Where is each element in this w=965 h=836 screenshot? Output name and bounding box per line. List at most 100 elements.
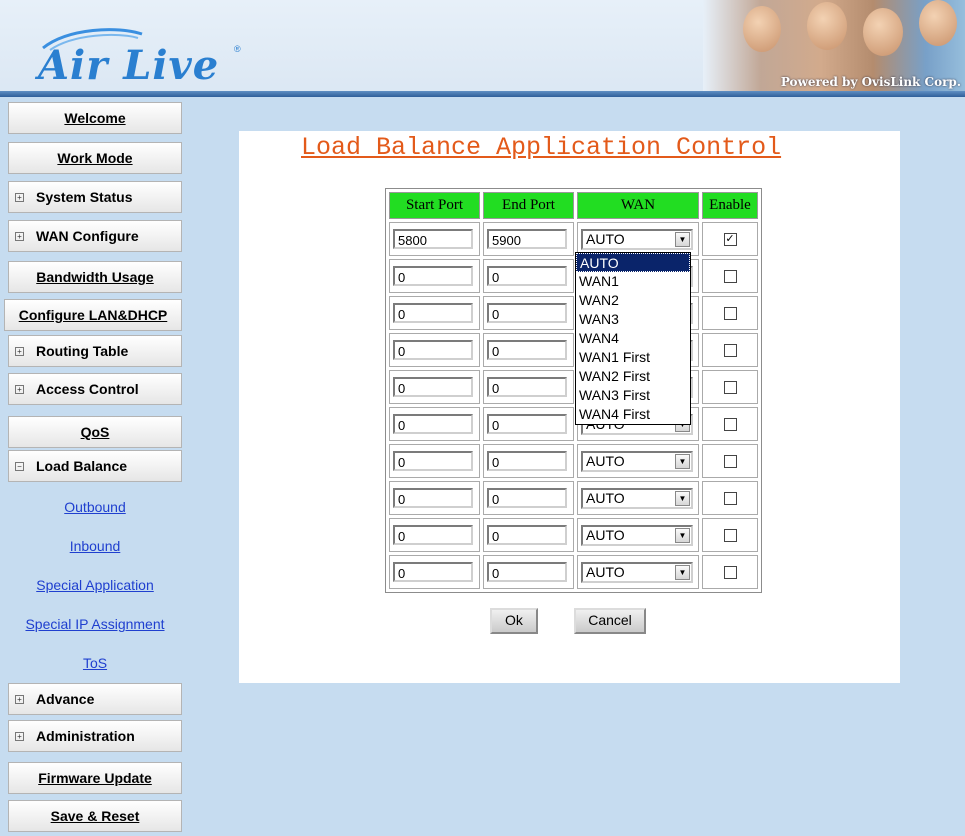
sidebar-item-12[interactable]: Firmware Update: [8, 762, 182, 794]
sidebar-item-label: Load Balance: [36, 458, 128, 474]
sidebar-item-0[interactable]: Welcome: [8, 102, 182, 134]
sidebar-item-label: Configure LAN&DHCP: [18, 307, 168, 323]
wan-select[interactable]: AUTO ▼: [581, 228, 693, 250]
expand-plus-icon[interactable]: +: [15, 731, 24, 741]
start-port-input[interactable]: 0: [393, 303, 473, 323]
sidebar-item-label: Firmware Update: [38, 770, 152, 786]
enable-checkbox[interactable]: [723, 528, 737, 542]
sidebar-sublink-3[interactable]: Special IP Assignment: [0, 616, 190, 632]
sidebar-item-label: System Status: [36, 189, 133, 205]
table-row: 00AUTO▼: [389, 333, 758, 367]
start-port-input[interactable]: 0: [393, 488, 473, 508]
start-port-input[interactable]: 0: [393, 451, 473, 471]
enable-checkbox[interactable]: [723, 491, 737, 505]
start-port-input[interactable]: 0: [393, 414, 473, 434]
end-port-input[interactable]: 0: [487, 340, 567, 360]
dropdown-arrow-icon[interactable]: ▼: [675, 564, 690, 580]
wan-dropdown-list[interactable]: AUTO WAN1 WAN2 WAN3 WAN4 WAN1 First WAN2 First…: [575, 252, 691, 425]
end-port-input[interactable]: 0: [487, 377, 567, 397]
table-header-row: Start Port End Port WAN Enable: [389, 192, 758, 219]
wan-select[interactable]: AUTO ▼: [581, 487, 693, 509]
expand-plus-icon[interactable]: +: [15, 346, 24, 356]
cancel-button[interactable]: Cancel: [574, 608, 646, 634]
wan-option[interactable]: WAN4 First: [576, 405, 690, 424]
sidebar-item-label: QoS: [80, 424, 110, 440]
start-port-cell: 5800: [389, 222, 480, 256]
end-port-input[interactable]: 0: [487, 414, 567, 434]
sidebar-item-7[interactable]: + Access Control: [8, 373, 182, 405]
wan-option[interactable]: WAN3: [576, 310, 690, 329]
wan-select[interactable]: AUTO ▼: [581, 450, 693, 472]
enable-checkbox[interactable]: [723, 565, 737, 579]
page-header: Air Live ® Powered by OvisLink Corp.: [0, 0, 965, 97]
start-port-input[interactable]: 0: [393, 340, 473, 360]
wan-option[interactable]: WAN1: [576, 272, 690, 291]
end-port-cell: 0: [483, 296, 574, 330]
wan-option[interactable]: WAN1 First: [576, 348, 690, 367]
collapse-minus-icon[interactable]: −: [15, 461, 24, 471]
wan-option[interactable]: WAN3 First: [576, 386, 690, 405]
enable-cell: [702, 444, 758, 478]
expand-plus-icon[interactable]: +: [15, 384, 24, 394]
end-port-input[interactable]: 0: [487, 562, 567, 582]
sidebar-item-9[interactable]: − Load Balance: [8, 450, 182, 482]
logo-wordmark: Air Live: [38, 42, 220, 89]
sidebar-item-1[interactable]: Work Mode: [8, 142, 182, 174]
dropdown-arrow-icon[interactable]: ▼: [675, 453, 690, 469]
sidebar-item-3[interactable]: + WAN Configure: [8, 220, 182, 252]
enable-checkbox[interactable]: [723, 269, 737, 283]
enable-checkbox[interactable]: [723, 454, 737, 468]
start-port-cell: 0: [389, 407, 480, 441]
wan-option[interactable]: WAN2: [576, 291, 690, 310]
enable-checkbox[interactable]: [723, 380, 737, 394]
sidebar-item-label: Welcome: [64, 110, 126, 126]
wan-select-value: AUTO: [586, 563, 625, 580]
start-port-input[interactable]: 0: [393, 562, 473, 582]
sidebar-item-6[interactable]: + Routing Table: [8, 335, 182, 367]
start-port-input[interactable]: 0: [393, 266, 473, 286]
end-port-cell: 0: [483, 259, 574, 293]
sidebar-sublink-0[interactable]: Outbound: [0, 499, 190, 515]
enable-checkbox[interactable]: [723, 343, 737, 357]
enable-checkbox[interactable]: [723, 417, 737, 431]
end-port-input[interactable]: 0: [487, 451, 567, 471]
end-port-input[interactable]: 0: [487, 488, 567, 508]
start-port-cell: 0: [389, 259, 480, 293]
wan-option[interactable]: AUTO: [576, 253, 690, 272]
expand-plus-icon[interactable]: +: [15, 231, 24, 241]
sidebar-item-5[interactable]: Configure LAN&DHCP: [4, 299, 182, 331]
ok-button[interactable]: Ok: [490, 608, 538, 634]
start-port-input[interactable]: 0: [393, 525, 473, 545]
sidebar-item-10[interactable]: + Advance: [8, 683, 182, 715]
enable-checkbox[interactable]: ✓: [723, 232, 737, 246]
end-port-input[interactable]: 5900: [487, 229, 567, 249]
enable-checkbox[interactable]: [723, 306, 737, 320]
expand-plus-icon[interactable]: +: [15, 694, 24, 704]
end-port-input[interactable]: 0: [487, 303, 567, 323]
dropdown-arrow-icon[interactable]: ▼: [675, 527, 690, 543]
end-port-cell: 0: [483, 370, 574, 404]
wan-cell: AUTO ▼: [577, 555, 699, 589]
wan-option[interactable]: WAN2 First: [576, 367, 690, 386]
sidebar-item-8[interactable]: QoS: [8, 416, 182, 448]
sidebar-item-11[interactable]: + Administration: [8, 720, 182, 752]
end-port-input[interactable]: 0: [487, 266, 567, 286]
dropdown-arrow-icon[interactable]: ▼: [675, 490, 690, 506]
col-end-port: End Port: [483, 192, 574, 219]
sidebar-sublink-2[interactable]: Special Application: [0, 577, 190, 593]
wan-select[interactable]: AUTO ▼: [581, 524, 693, 546]
wan-select[interactable]: AUTO ▼: [581, 561, 693, 583]
dropdown-arrow-icon[interactable]: ▼: [675, 231, 690, 247]
sidebar-item-4[interactable]: Bandwidth Usage: [8, 261, 182, 293]
start-port-input[interactable]: 0: [393, 377, 473, 397]
sidebar-item-13[interactable]: Save & Reset: [8, 800, 182, 832]
sidebar-sublink-1[interactable]: Inbound: [0, 538, 190, 554]
sidebar-item-2[interactable]: + System Status: [8, 181, 182, 213]
wan-cell: AUTO ▼: [577, 518, 699, 552]
expand-plus-icon[interactable]: +: [15, 192, 24, 202]
end-port-cell: 0: [483, 407, 574, 441]
end-port-input[interactable]: 0: [487, 525, 567, 545]
wan-option[interactable]: WAN4: [576, 329, 690, 348]
start-port-input[interactable]: 5800: [393, 229, 473, 249]
sidebar-sublink-4[interactable]: ToS: [0, 655, 190, 671]
